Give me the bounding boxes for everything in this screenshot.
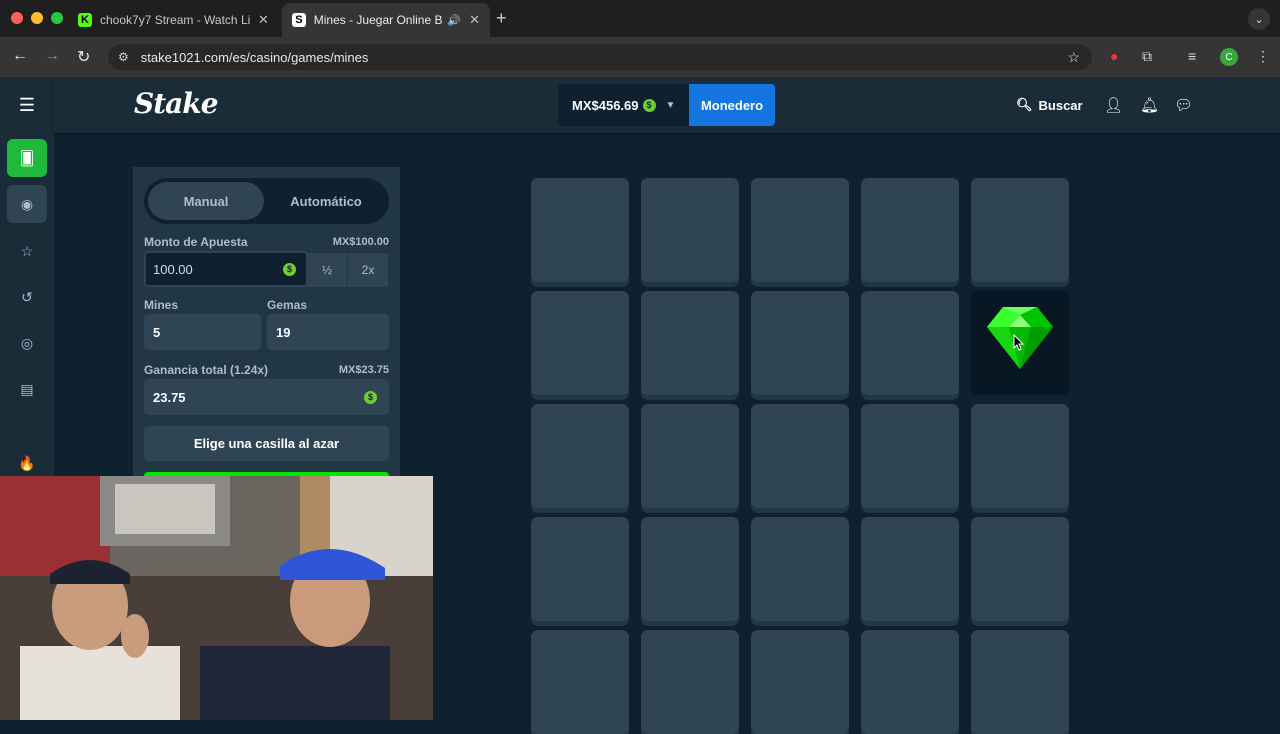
double-bet-button[interactable]: 2x xyxy=(348,253,388,287)
target-icon[interactable]: ◎ xyxy=(7,324,47,362)
profit-label: Ganancia total (1.24x) xyxy=(144,363,269,377)
mine-tile[interactable] xyxy=(531,517,629,621)
webcam-image xyxy=(0,476,433,720)
mine-tile[interactable] xyxy=(531,178,629,282)
mine-tile[interactable] xyxy=(641,178,739,282)
search-label: Buscar xyxy=(1038,97,1083,113)
tab-title: chook7y7 Stream - Watch Live xyxy=(100,13,250,27)
mine-tile[interactable] xyxy=(641,291,739,395)
search-button[interactable]: 🔍︎ Buscar xyxy=(1016,97,1083,113)
mine-tile[interactable] xyxy=(861,178,959,282)
casino-icon[interactable]: 🂠 xyxy=(7,139,47,177)
extension-red-icon[interactable]: ● xyxy=(1110,48,1118,64)
random-tile-button[interactable]: Elige una casilla al azar xyxy=(144,426,389,461)
tab-automatic[interactable]: Automático xyxy=(268,182,384,220)
mine-tile[interactable] xyxy=(641,630,739,734)
mines-label: Mines xyxy=(144,298,179,312)
chat-icon[interactable]: 💬︎ xyxy=(1174,96,1193,114)
webcam-overlay xyxy=(0,476,433,720)
forward-icon[interactable]: → xyxy=(44,47,60,65)
media-control-icon[interactable]: ≡ xyxy=(1188,48,1196,64)
history-icon[interactable]: ↺ xyxy=(7,278,47,316)
wallet-button[interactable]: Monedero xyxy=(689,84,775,126)
mines-select[interactable]: 5 xyxy=(144,314,261,350)
profile-avatar[interactable]: C xyxy=(1220,48,1238,66)
gems-label: Gemas xyxy=(267,298,308,312)
profit-currency: MX$23.75 xyxy=(338,364,389,376)
speaker-icon[interactable]: 🔊 xyxy=(447,14,461,27)
reload-icon[interactable]: ↻ xyxy=(77,47,90,67)
stake-logo[interactable]: Stake xyxy=(134,87,219,120)
notifications-icon[interactable]: 🔔︎ xyxy=(1140,96,1159,114)
mine-tile[interactable] xyxy=(861,404,959,508)
mine-tile[interactable] xyxy=(861,291,959,395)
balance-amount: MX$456.69 xyxy=(572,97,639,113)
mine-tile[interactable] xyxy=(751,404,849,508)
kick-favicon-icon: K xyxy=(78,13,92,27)
bet-amount-label: Monto de Apuesta xyxy=(144,235,248,249)
bet-amount-currency: MX$100.00 xyxy=(332,236,389,248)
mine-tile[interactable] xyxy=(751,178,849,282)
chrome-menu-icon[interactable]: ⋮ xyxy=(1256,48,1270,65)
url-text: stake1021.com/es/casino/games/mines xyxy=(140,49,369,65)
tab-close-icon[interactable]: ✕ xyxy=(469,12,480,28)
mode-toggle: Manual Automático xyxy=(144,178,389,224)
tab-kick-stream[interactable]: K chook7y7 Stream - Watch Live ✕ xyxy=(68,3,280,37)
site-info-icon[interactable]: ⚙ xyxy=(118,50,129,64)
search-icon: 🔍︎ xyxy=(1016,97,1033,112)
close-window-button[interactable] xyxy=(11,12,23,24)
chevron-down-icon: ▼ xyxy=(665,99,676,111)
address-bar[interactable]: ⚙ stake1021.com/es/casino/games/mines ☆ xyxy=(108,44,1092,70)
balance-selector[interactable]: MX$456.69 $ ▼ xyxy=(558,84,689,126)
profit-value: 23.75 xyxy=(153,389,186,405)
profit-field: 23.75 $ xyxy=(144,379,389,415)
new-tab-button[interactable]: + xyxy=(496,8,507,29)
menu-icon[interactable]: ☰ xyxy=(7,86,47,124)
mouse-cursor-icon xyxy=(1013,334,1025,351)
mine-tile[interactable] xyxy=(971,404,1069,508)
mine-tile[interactable] xyxy=(861,517,959,621)
tab-search-icon[interactable]: ⌄ xyxy=(1248,8,1270,30)
coin-icon: $ xyxy=(283,262,296,276)
mine-tile[interactable] xyxy=(971,178,1069,282)
tab-title: Mines - Juegar Online Bu xyxy=(313,13,444,27)
mine-tile[interactable] xyxy=(531,404,629,508)
extensions-puzzle-icon[interactable]: ⧉ xyxy=(1142,48,1152,65)
mine-tile[interactable] xyxy=(641,404,739,508)
mine-tile[interactable] xyxy=(751,291,849,395)
minimize-window-button[interactable] xyxy=(31,12,43,24)
mine-tile[interactable] xyxy=(751,517,849,621)
mine-tile[interactable] xyxy=(531,630,629,734)
mine-tile[interactable] xyxy=(971,517,1069,621)
mine-tile[interactable] xyxy=(751,630,849,734)
coin-icon: $ xyxy=(364,390,377,404)
tab-manual[interactable]: Manual xyxy=(148,182,264,220)
store-icon[interactable]: ▤ xyxy=(7,370,47,408)
user-icon[interactable]: 👤︎ xyxy=(1104,96,1123,114)
bookmark-star-icon[interactable]: ☆ xyxy=(1067,49,1080,66)
stake-favicon-icon: S xyxy=(292,13,306,27)
mine-tile[interactable] xyxy=(861,630,959,734)
sports-icon[interactable]: ◉ xyxy=(7,185,47,223)
back-icon[interactable]: ← xyxy=(12,47,28,65)
mine-tile[interactable] xyxy=(971,630,1069,734)
half-bet-button[interactable]: ½ xyxy=(307,253,347,287)
tab-close-icon[interactable]: ✕ xyxy=(258,12,269,28)
bet-amount-value: 100.00 xyxy=(153,261,193,277)
mine-tile[interactable] xyxy=(641,517,739,621)
coin-icon: $ xyxy=(642,98,656,112)
mine-tile[interactable] xyxy=(531,291,629,395)
browser-tabstrip: K chook7y7 Stream - Watch Live ✕ S Mines… xyxy=(0,0,1280,37)
bet-amount-input[interactable]: 100.00 $ xyxy=(144,251,308,287)
maximize-window-button[interactable] xyxy=(51,12,63,24)
site-header: Stake MX$456.69 $ ▼ Monedero 🔍︎ Buscar 👤… xyxy=(54,77,1280,133)
gems-field: 19 xyxy=(267,314,389,350)
tab-mines[interactable]: S Mines - Juegar Online Bu 🔊 ✕ xyxy=(282,3,490,37)
star-icon[interactable]: ☆ xyxy=(7,232,47,270)
